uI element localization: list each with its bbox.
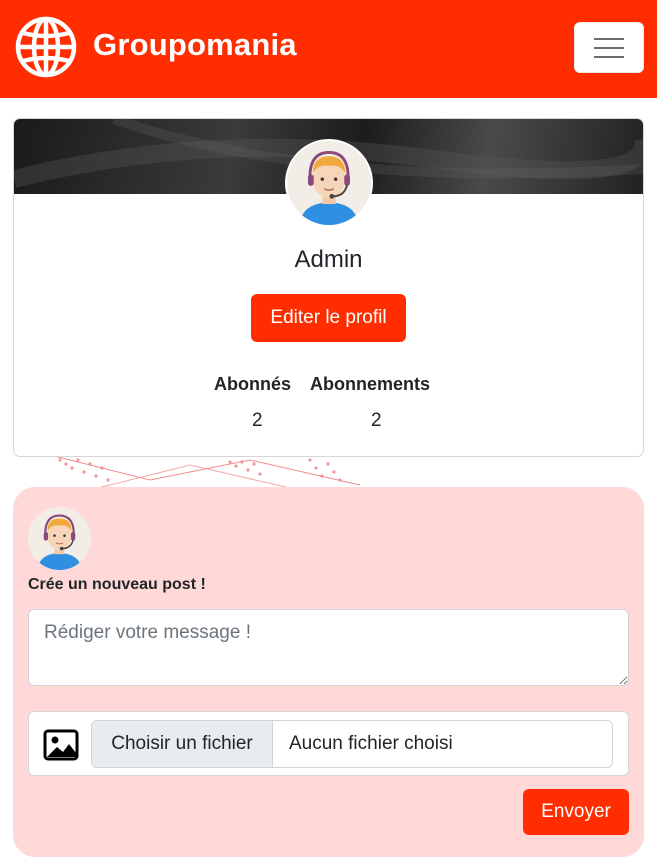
- brand-name[interactable]: Groupomania: [93, 27, 297, 63]
- image-icon: [43, 729, 79, 761]
- profile-avatar[interactable]: [285, 139, 373, 227]
- profile-card: Admin Editer le profil Abonnés Abonnemen…: [13, 118, 644, 457]
- followers-label: Abonnés: [214, 374, 292, 394]
- file-input[interactable]: Choisir un fichier Aucun fichier choisi: [91, 720, 613, 768]
- avatar-image: [287, 141, 371, 225]
- following-count[interactable]: 2: [371, 410, 382, 432]
- followers-count[interactable]: 2: [252, 410, 263, 432]
- file-upload-row: Choisir un fichier Aucun fichier choisi: [28, 711, 629, 776]
- profile-username: Admin: [294, 246, 363, 273]
- choose-file-button[interactable]: Choisir un fichier: [92, 721, 273, 767]
- new-post-card: Crée un nouveau post ! Choisir un fichie…: [13, 487, 644, 857]
- globe-icon[interactable]: [15, 16, 77, 78]
- edit-profile-button[interactable]: Editer le profil: [251, 294, 406, 342]
- new-post-heading: Crée un nouveau post !: [28, 576, 206, 593]
- menu-toggle-button[interactable]: [574, 22, 644, 73]
- following-label: Abonnements: [310, 374, 431, 394]
- navbar: Groupomania: [0, 0, 657, 98]
- message-input[interactable]: [28, 609, 629, 686]
- send-button[interactable]: Envoyer: [523, 789, 629, 835]
- post-author-avatar: [28, 507, 91, 570]
- hamburger-icon: [594, 37, 624, 40]
- file-status: Aucun fichier choisi: [289, 733, 453, 754]
- avatar-image: [28, 507, 91, 570]
